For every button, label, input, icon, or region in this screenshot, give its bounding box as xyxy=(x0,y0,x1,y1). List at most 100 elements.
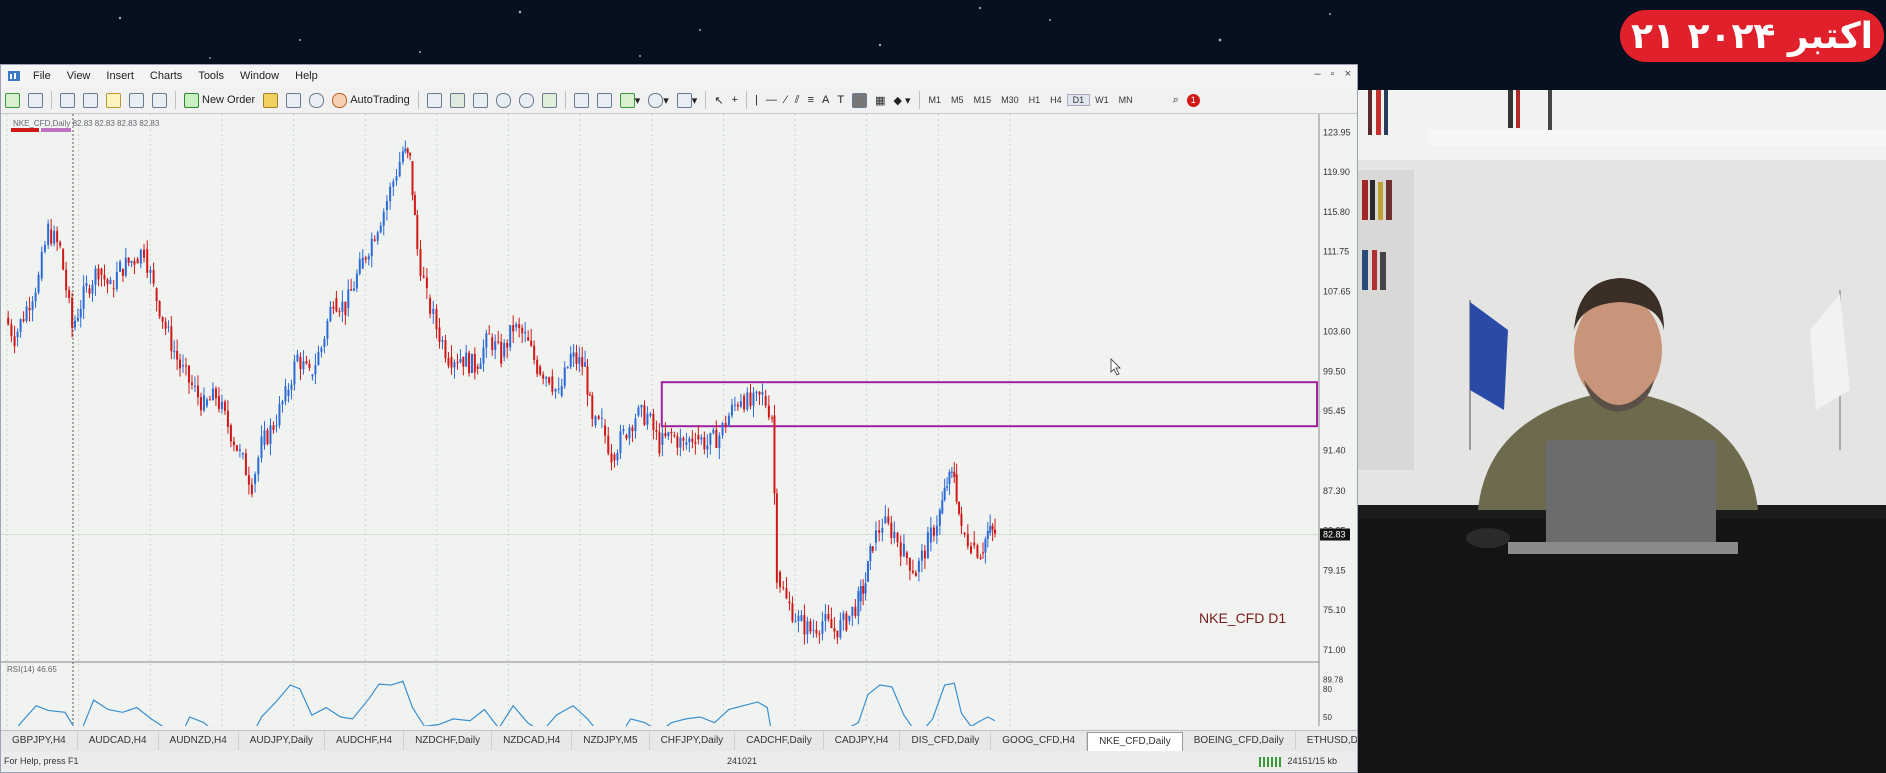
candle-body xyxy=(767,405,770,418)
profiles-icon[interactable] xyxy=(25,90,46,110)
candlestick-icon[interactable] xyxy=(447,90,468,110)
timeframe-mn[interactable]: MN xyxy=(1114,95,1138,105)
chart-tab[interactable]: GBPJPY,H4 xyxy=(1,732,78,750)
tile-windows-icon[interactable] xyxy=(539,90,560,110)
menu-tools[interactable]: Tools xyxy=(190,70,232,82)
auto-scroll-icon[interactable] xyxy=(571,90,592,110)
restore-icon[interactable]: ▫ xyxy=(1331,68,1335,80)
candle-body xyxy=(584,362,587,367)
timeframe-h4[interactable]: H4 xyxy=(1045,95,1067,105)
new-chart-icon[interactable] xyxy=(2,90,23,110)
candle-body xyxy=(938,510,941,526)
horizontal-line-icon[interactable]: — xyxy=(763,90,780,110)
candle-body xyxy=(758,391,761,395)
close-icon[interactable]: × xyxy=(1345,68,1351,80)
chart-tab[interactable]: AUDJPY,Daily xyxy=(239,732,325,750)
chart-tab[interactable]: ETHUSD,Daily xyxy=(1296,732,1357,750)
timeframe-d1[interactable]: D1 xyxy=(1066,94,1091,106)
chart-tab[interactable]: CHFJPY,Daily xyxy=(650,732,736,750)
candle-body xyxy=(960,513,963,526)
candle-body xyxy=(178,359,181,369)
navigator-icon[interactable] xyxy=(103,90,124,110)
text-icon[interactable]: A xyxy=(819,90,832,110)
notification-icon[interactable]: 1 xyxy=(1184,90,1203,110)
candle-body xyxy=(370,238,373,257)
zoom-out-icon[interactable] xyxy=(516,90,537,110)
candle-body xyxy=(953,471,956,478)
chart-tab[interactable]: CADCHF,Daily xyxy=(735,732,824,750)
candle-body xyxy=(842,613,845,620)
vertical-line-icon[interactable]: | xyxy=(752,90,761,110)
chart-tab[interactable]: NZDCAD,H4 xyxy=(492,732,573,750)
chart-tab[interactable]: NKE_CFD,Daily xyxy=(1087,731,1183,751)
data-window-icon[interactable] xyxy=(80,90,101,110)
chart-tab[interactable]: CADJPY,H4 xyxy=(824,732,901,750)
menu-charts[interactable]: Charts xyxy=(142,70,190,82)
equidistant-channel-icon[interactable]: ⫽ xyxy=(792,90,803,110)
timeframe-m15[interactable]: M15 xyxy=(969,95,997,105)
autotrading-button[interactable]: AutoTrading xyxy=(329,90,413,110)
metaeditor-icon[interactable] xyxy=(260,90,281,110)
chart-tab[interactable]: AUDCHF,H4 xyxy=(325,732,405,750)
timeframe-m5[interactable]: M5 xyxy=(946,95,969,105)
chart-tab[interactable]: GOOG_CFD,H4 xyxy=(991,732,1088,750)
terminal-icon[interactable] xyxy=(126,90,147,110)
candle-body xyxy=(673,435,676,437)
menu-insert[interactable]: Insert xyxy=(98,70,142,82)
chart-canvas[interactable]: 26 May 20233 Jul 20237 Aug 202311 Sep 20… xyxy=(1,114,1357,726)
text-label-icon[interactable]: T xyxy=(834,90,847,110)
candle-body xyxy=(785,588,788,599)
candle-body xyxy=(447,358,450,366)
menu-view[interactable]: View xyxy=(59,70,99,82)
market-icon[interactable] xyxy=(306,90,327,110)
periods-icon[interactable]: ▾ xyxy=(645,90,672,110)
shapes-icon[interactable]: ◆ ▾ xyxy=(890,90,913,110)
timeframe-m30[interactable]: M30 xyxy=(996,95,1024,105)
candle-body xyxy=(578,357,581,364)
candle-body xyxy=(821,621,824,634)
candle-body xyxy=(329,306,332,322)
search-icon[interactable]: ⌕ xyxy=(1170,90,1182,110)
candle-body xyxy=(136,258,139,264)
chart-tab[interactable]: BOEING_CFD,Daily xyxy=(1183,732,1296,750)
timeframe-w1[interactable]: W1 xyxy=(1090,95,1114,105)
chart-tab[interactable]: NZDJPY,M5 xyxy=(572,732,650,750)
crosshair-icon[interactable]: + xyxy=(729,90,741,110)
candle-body xyxy=(338,311,341,313)
price-tick-label: 99.50 xyxy=(1323,366,1346,376)
chart-tab[interactable]: AUDNZD,H4 xyxy=(159,732,239,750)
menu-help[interactable]: Help xyxy=(287,70,326,82)
chart-tab[interactable]: NZDCHF,Daily xyxy=(404,732,493,750)
strategy-tester-icon[interactable] xyxy=(149,90,170,110)
fibonacci-icon[interactable]: ≡ xyxy=(805,90,817,110)
candle-body xyxy=(566,366,569,368)
candle-body xyxy=(697,435,700,440)
new-order-button[interactable]: New Order xyxy=(181,90,258,110)
zoom-in-icon[interactable] xyxy=(493,90,514,110)
menu-file[interactable]: File xyxy=(25,70,59,82)
menu-window[interactable]: Window xyxy=(232,70,287,82)
candle-body xyxy=(643,405,646,425)
candle-body xyxy=(103,274,106,280)
minimize-icon[interactable]: – xyxy=(1315,68,1321,80)
line-chart-icon[interactable] xyxy=(470,90,491,110)
presenter-video xyxy=(1358,90,1886,773)
chart-tab[interactable]: AUDCAD,H4 xyxy=(78,732,159,750)
trade-level-marker xyxy=(11,128,39,132)
chart-shift-icon[interactable] xyxy=(594,90,615,110)
indicators-icon[interactable]: ▾ xyxy=(617,90,644,110)
timeframe-m1[interactable]: M1 xyxy=(924,95,947,105)
market-watch-icon[interactable] xyxy=(57,90,78,110)
rectangle-icon[interactable] xyxy=(849,90,870,110)
templates-icon[interactable]: ▾ xyxy=(674,90,701,110)
signals-icon[interactable] xyxy=(283,90,304,110)
chart-window[interactable]: 26 May 20233 Jul 20237 Aug 202311 Sep 20… xyxy=(1,114,1357,726)
timeframe-h1[interactable]: H1 xyxy=(1024,95,1046,105)
trendline-icon[interactable]: ⁄ xyxy=(782,90,790,110)
candle-body xyxy=(527,337,530,341)
bar-chart-icon[interactable] xyxy=(424,90,445,110)
chart-tab[interactable]: DIS_CFD,Daily xyxy=(900,732,992,750)
gann-icon[interactable]: ▦ xyxy=(872,90,888,110)
candle-body xyxy=(619,431,622,453)
cursor-icon[interactable]: ↖ xyxy=(711,90,726,110)
